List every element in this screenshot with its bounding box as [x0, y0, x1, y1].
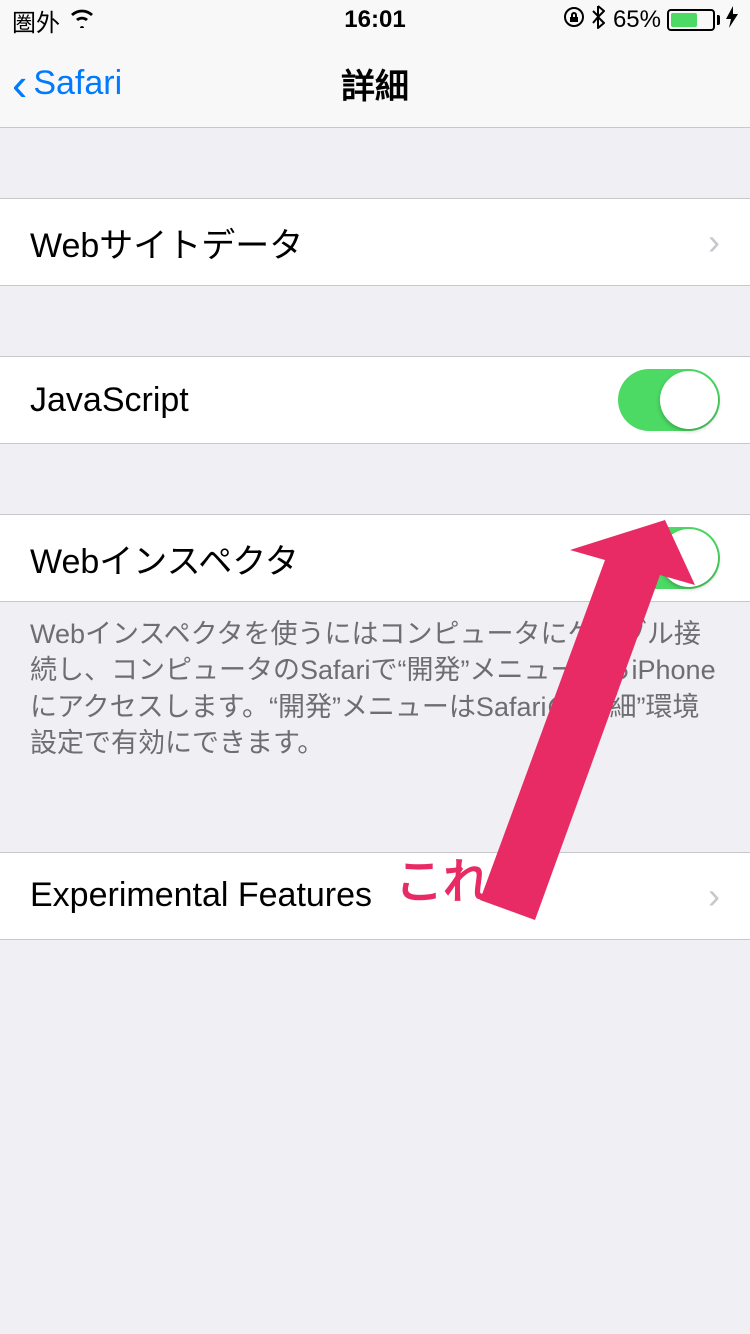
carrier-label: 圏外 — [12, 3, 60, 38]
website-data-row[interactable]: Webサイトデータ › — [0, 198, 750, 286]
status-left: 圏外 — [12, 3, 96, 38]
battery-percent: 65% — [613, 6, 661, 34]
javascript-toggle[interactable] — [618, 369, 720, 431]
page-title: 詳細 — [341, 59, 409, 108]
settings-content: Webサイトデータ › JavaScript Webインスペクタ Webインスペ… — [0, 128, 750, 940]
back-button[interactable]: ‹ Safari — [0, 61, 122, 107]
charging-icon — [726, 6, 738, 35]
chevron-left-icon: ‹ — [12, 61, 27, 107]
chevron-right-icon: › — [708, 221, 720, 263]
bluetooth-icon — [591, 5, 607, 36]
web-inspector-footer: Webインスペクタを使うにはコンピュータにケーブル接続し、コンピュータのSafa… — [0, 602, 750, 762]
status-bar: 圏外 16:01 65% — [0, 0, 750, 40]
web-inspector-label: Webインスペクタ — [30, 534, 618, 583]
battery-icon — [667, 9, 720, 31]
nav-bar: ‹ Safari 詳細 — [0, 40, 750, 128]
chevron-right-icon: › — [708, 875, 720, 917]
annotation-label: これ — [395, 842, 491, 912]
web-inspector-row[interactable]: Webインスペクタ — [0, 514, 750, 602]
experimental-features-row[interactable]: Experimental Features › — [0, 852, 750, 940]
status-time: 16:01 — [344, 6, 405, 34]
website-data-label: Webサイトデータ — [30, 218, 708, 267]
rotation-lock-icon — [563, 6, 585, 35]
experimental-label: Experimental Features — [30, 876, 708, 915]
wifi-icon — [68, 6, 96, 35]
back-label: Safari — [33, 64, 122, 103]
javascript-row[interactable]: JavaScript — [0, 356, 750, 444]
web-inspector-toggle[interactable] — [618, 527, 720, 589]
javascript-label: JavaScript — [30, 381, 618, 420]
status-right: 65% — [563, 5, 738, 36]
